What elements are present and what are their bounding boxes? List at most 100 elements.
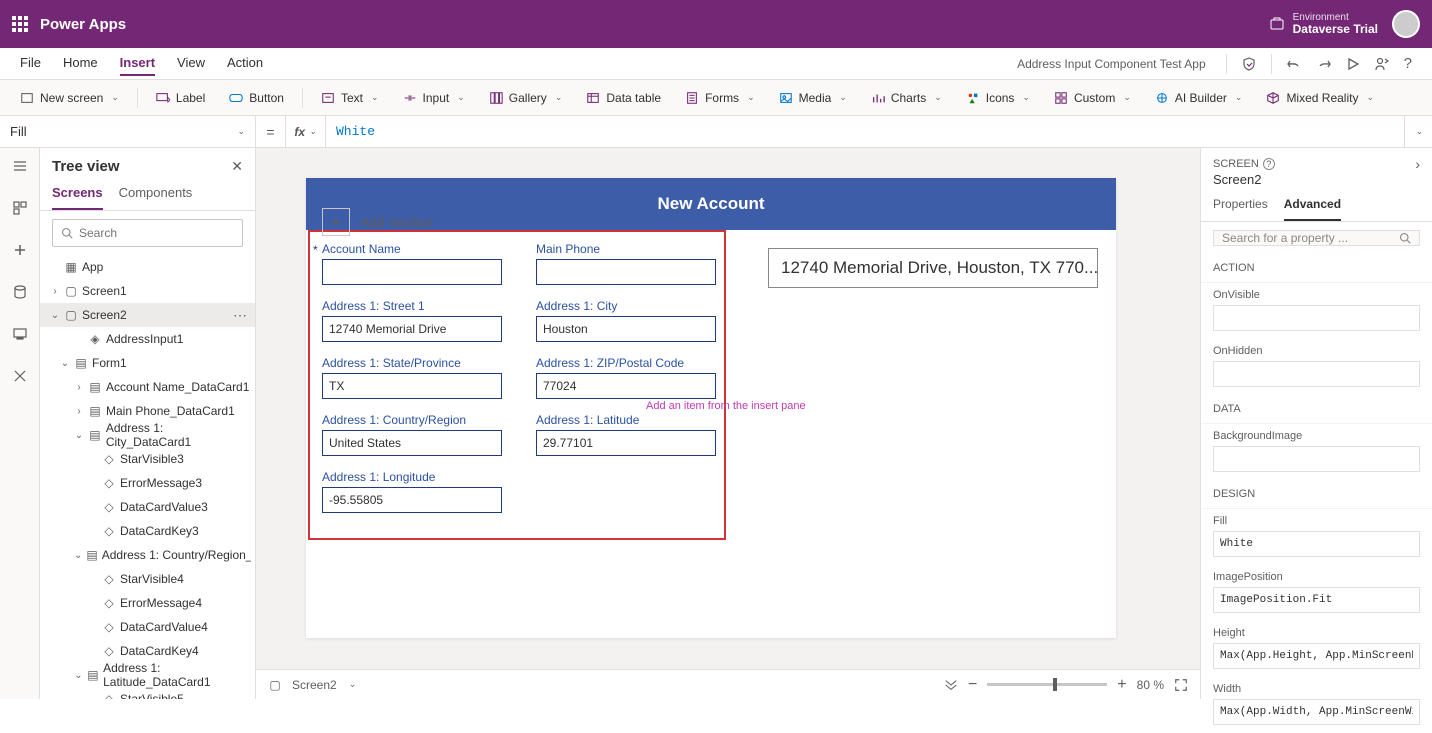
- undo-icon[interactable]: [1286, 56, 1302, 72]
- data-icon[interactable]: [8, 280, 32, 304]
- account-name-input[interactable]: [322, 259, 502, 285]
- more-icon[interactable]: ⋯: [233, 307, 251, 324]
- search-icon: [1399, 232, 1411, 244]
- fx-label[interactable]: fx⌄: [286, 116, 326, 147]
- setall-icon[interactable]: [944, 678, 958, 692]
- add-section-button[interactable]: + Add section: [322, 208, 433, 236]
- property-search[interactable]: Search for a property ...: [1213, 230, 1420, 246]
- custom-button[interactable]: Custom⌄: [1046, 87, 1139, 109]
- tree-view-panel: Tree view ✕ Screens Components ▦App ›▢Sc…: [40, 148, 256, 699]
- env-name[interactable]: Dataverse Trial: [1293, 23, 1378, 36]
- text-button[interactable]: Text⌄: [313, 87, 387, 109]
- menu-action[interactable]: Action: [227, 51, 263, 76]
- insert-icon[interactable]: [8, 238, 32, 262]
- input-button[interactable]: Input⌄: [395, 87, 473, 109]
- tree-accountname-dc[interactable]: ›▤Account Name_DataCard1: [40, 375, 255, 399]
- state-input[interactable]: TX: [322, 373, 502, 399]
- onvisible-input[interactable]: [1213, 305, 1420, 331]
- tab-screens[interactable]: Screens: [52, 179, 103, 210]
- menu-file[interactable]: File: [20, 51, 41, 76]
- media-rail-icon[interactable]: [8, 322, 32, 346]
- tree-errormsg3[interactable]: ◇ErrorMessage3: [40, 471, 255, 495]
- fill-input[interactable]: [1213, 531, 1420, 557]
- media-button[interactable]: Media⌄: [771, 87, 855, 109]
- imagepos-label: ImagePosition: [1213, 571, 1420, 583]
- onhidden-input[interactable]: [1213, 361, 1420, 387]
- charts-button[interactable]: Charts⌄: [863, 87, 950, 109]
- redo-icon[interactable]: [1316, 56, 1332, 72]
- info-icon[interactable]: ?: [1263, 158, 1275, 170]
- menu-home[interactable]: Home: [63, 51, 98, 76]
- property-selector[interactable]: Fill⌄: [0, 116, 256, 147]
- tree-screen2[interactable]: ⌄▢Screen2⋯: [40, 303, 255, 327]
- waffle-icon[interactable]: [12, 16, 28, 32]
- status-screen-name[interactable]: Screen2: [292, 678, 337, 692]
- lat-input[interactable]: 29.77101: [536, 430, 716, 456]
- lon-input[interactable]: -95.55805: [322, 487, 502, 513]
- tree-search-input[interactable]: [79, 226, 234, 240]
- tools-icon[interactable]: [8, 364, 32, 388]
- health-icon[interactable]: [1241, 56, 1257, 72]
- chevron-right-icon[interactable]: ›: [1415, 156, 1420, 172]
- street1-input[interactable]: 12740 Memorial Drive: [322, 316, 502, 342]
- close-icon[interactable]: ✕: [231, 158, 243, 175]
- tree-dck3[interactable]: ◇DataCardKey3: [40, 519, 255, 543]
- city-input[interactable]: Houston: [536, 316, 716, 342]
- zoom-slider[interactable]: [987, 683, 1107, 686]
- tab-components[interactable]: Components: [119, 179, 193, 210]
- forms-button[interactable]: Forms⌄: [677, 87, 763, 109]
- imagepos-input[interactable]: [1213, 587, 1420, 613]
- lon-label: Address 1: Longitude: [322, 470, 502, 484]
- aibuilder-button[interactable]: AI Builder⌄: [1147, 87, 1251, 109]
- tree-dcv3[interactable]: ◇DataCardValue3: [40, 495, 255, 519]
- insert-hint: Add an item from the insert pane: [646, 400, 806, 412]
- screen-canvas[interactable]: New Account 12740 Memorial Drive, Housto…: [306, 178, 1116, 638]
- zoom-in-icon[interactable]: +: [1117, 676, 1126, 694]
- fit-icon[interactable]: [1174, 678, 1188, 692]
- share-icon[interactable]: [1374, 56, 1390, 72]
- width-input[interactable]: [1213, 699, 1420, 725]
- avatar[interactable]: [1392, 10, 1420, 38]
- menu-insert[interactable]: Insert: [120, 51, 155, 76]
- gallery-button[interactable]: Gallery⌄: [481, 87, 571, 109]
- formula-input[interactable]: White: [326, 116, 1404, 147]
- tree-country-dc[interactable]: ⌄▤Address 1: Country/Region_DataCard1: [40, 543, 255, 567]
- plus-icon: +: [322, 208, 350, 236]
- tree-starvisible3[interactable]: ◇StarVisible3: [40, 447, 255, 471]
- tree-dcv4[interactable]: ◇DataCardValue4: [40, 615, 255, 639]
- bgimage-input[interactable]: [1213, 446, 1420, 472]
- menu-view[interactable]: View: [177, 51, 205, 76]
- new-screen-button[interactable]: New screen⌄: [12, 87, 127, 109]
- tree-latitude-dc[interactable]: ⌄▤Address 1: Latitude_DataCard1: [40, 663, 255, 687]
- tree-city-dc[interactable]: ⌄▤Address 1: City_DataCard1: [40, 423, 255, 447]
- tree-screen1[interactable]: ›▢Screen1: [40, 279, 255, 303]
- zip-input[interactable]: 77024: [536, 373, 716, 399]
- zoom-out-icon[interactable]: −: [968, 676, 977, 694]
- address-display-card[interactable]: 12740 Memorial Drive, Houston, TX 770...: [768, 248, 1098, 288]
- mixedreality-button[interactable]: Mixed Reality⌄: [1258, 87, 1382, 109]
- help-icon[interactable]: ?: [1404, 55, 1412, 72]
- datatable-button[interactable]: Data table: [578, 87, 669, 109]
- main-phone-input[interactable]: [536, 259, 716, 285]
- tree-starvisible4[interactable]: ◇StarVisible4: [40, 567, 255, 591]
- fill-label: Fill: [1213, 515, 1420, 527]
- expand-formula-icon[interactable]: ⌄: [1404, 116, 1432, 147]
- tab-advanced[interactable]: Advanced: [1284, 193, 1341, 221]
- hamburger-icon[interactable]: [8, 154, 32, 178]
- tree-errormsg4[interactable]: ◇ErrorMessage4: [40, 591, 255, 615]
- height-input[interactable]: [1213, 643, 1420, 669]
- tree-app[interactable]: ▦App: [40, 255, 255, 279]
- tree-search[interactable]: [52, 219, 243, 247]
- button-button[interactable]: Button: [221, 87, 292, 109]
- tab-properties[interactable]: Properties: [1213, 193, 1268, 221]
- country-input[interactable]: United States: [322, 430, 502, 456]
- section-data: DATA: [1201, 395, 1432, 424]
- tree-view-icon[interactable]: [8, 196, 32, 220]
- tree-dck4[interactable]: ◇DataCardKey4: [40, 639, 255, 663]
- icons-button[interactable]: Icons⌄: [958, 87, 1038, 109]
- play-icon[interactable]: [1346, 57, 1360, 71]
- tree-mainphone-dc[interactable]: ›▤Main Phone_DataCard1: [40, 399, 255, 423]
- tree-form1[interactable]: ⌄▤Form1: [40, 351, 255, 375]
- tree-addressinput1[interactable]: ◈AddressInput1: [40, 327, 255, 351]
- label-button[interactable]: Label: [148, 87, 213, 109]
